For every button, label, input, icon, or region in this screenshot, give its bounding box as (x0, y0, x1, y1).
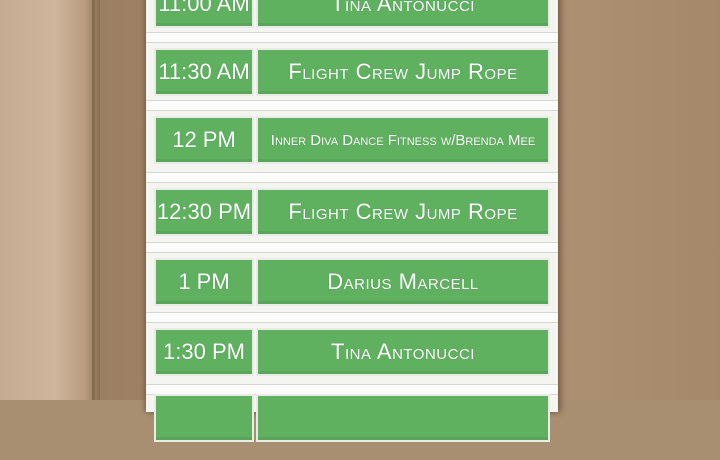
schedule-row: 1 PM Darius Marcell (146, 248, 558, 318)
schedule-row-partial (146, 390, 558, 460)
event-slot (256, 394, 550, 442)
schedule-board: 11:00 AM Tina Antonucci 11:30 AM Flight … (146, 0, 558, 442)
schedule-row: 1:30 PM Tina Antonucci (146, 318, 558, 388)
time-slot: 11:00 AM (154, 0, 254, 28)
schedule-row: 11:30 AM Flight Crew Jump Rope (146, 38, 558, 108)
wall-seam (92, 0, 95, 400)
schedule-row: 12 PM Inner Diva Dance Fitness w/Brenda … (146, 106, 558, 176)
event-slot: Tina Antonucci (256, 328, 550, 376)
schedule-row: 12:30 PM Flight Crew Jump Rope (146, 178, 558, 248)
time-slot: 1:30 PM (154, 328, 254, 376)
wall-left (0, 0, 100, 400)
event-slot: Flight Crew Jump Rope (256, 188, 550, 236)
time-slot: 11:30 AM (154, 48, 254, 96)
time-slot: 1 PM (154, 258, 254, 306)
event-slot: Tina Antonucci (256, 0, 550, 28)
event-slot: Darius Marcell (256, 258, 550, 306)
event-slot: Flight Crew Jump Rope (256, 48, 550, 96)
time-slot: 12:30 PM (154, 188, 254, 236)
time-slot: 12 PM (154, 116, 254, 164)
time-slot (154, 394, 254, 442)
event-slot: Inner Diva Dance Fitness w/Brenda Mee (256, 116, 550, 164)
